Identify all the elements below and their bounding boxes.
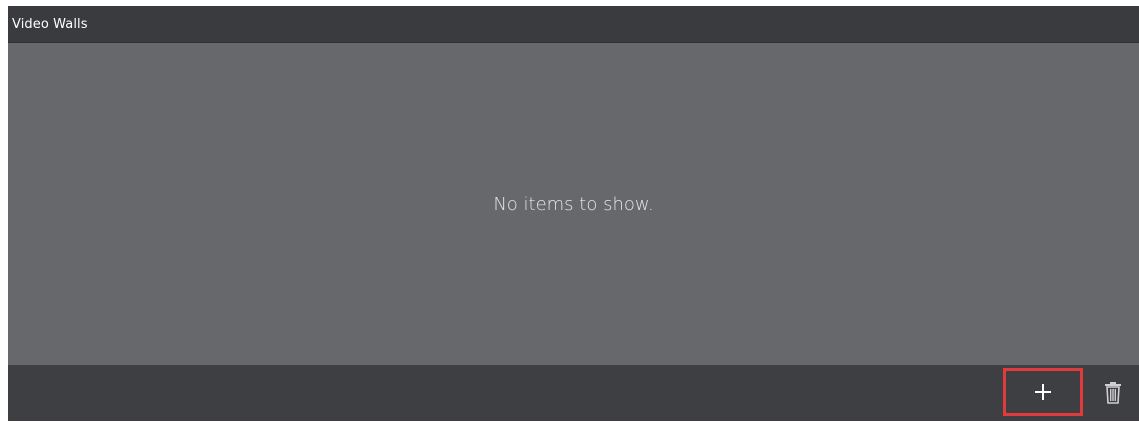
panel-header: Video Walls xyxy=(8,6,1139,43)
video-walls-panel: Video Walls No items to show. xyxy=(8,6,1139,421)
items-list: No items to show. xyxy=(8,43,1139,365)
delete-button[interactable] xyxy=(1100,375,1126,411)
trash-icon xyxy=(1104,381,1122,405)
panel-footer-toolbar xyxy=(8,365,1139,421)
panel-title: Video Walls xyxy=(12,16,88,32)
add-button[interactable] xyxy=(1003,368,1083,416)
empty-state-message: No items to show. xyxy=(493,193,654,215)
plus-icon xyxy=(1034,383,1052,401)
